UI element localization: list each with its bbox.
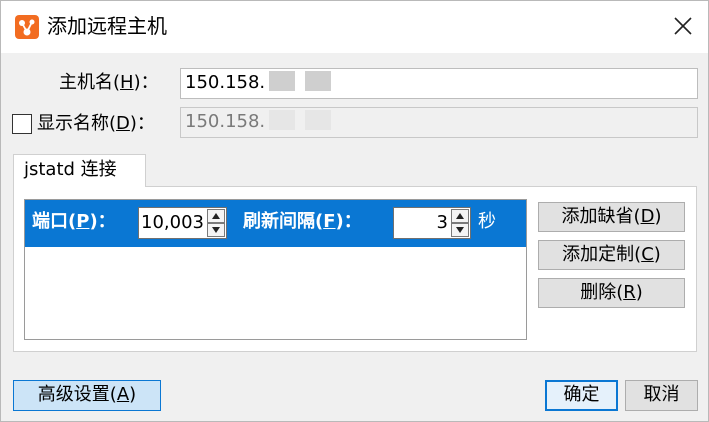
redacted-segment	[269, 110, 296, 130]
port-decrement-button[interactable]	[207, 223, 225, 237]
refresh-decrement-button[interactable]	[451, 223, 469, 237]
title-bar: 添加远程主机	[1, 1, 708, 53]
add-custom-button[interactable]: 添加定制(C)	[538, 240, 685, 270]
display-name-checkbox[interactable]	[12, 114, 32, 134]
ok-button[interactable]: 确定	[545, 380, 618, 411]
refresh-interval-spinner[interactable]: 3	[393, 207, 471, 239]
redacted-segment	[305, 71, 332, 91]
cancel-button[interactable]: 取消	[625, 380, 698, 411]
dialog-title: 添加远程主机	[47, 14, 167, 38]
redacted-segment	[269, 71, 296, 91]
refresh-interval-value: 3	[436, 212, 448, 233]
add-default-button[interactable]: 添加缺省(D)	[538, 202, 685, 232]
refresh-increment-button[interactable]	[451, 209, 469, 223]
refresh-interval-label: 刷新间隔(F)：	[243, 211, 362, 232]
hostname-input[interactable]: 150.158.	[180, 68, 698, 99]
display-name-input: 150.158.	[180, 107, 698, 138]
delete-button[interactable]: 删除(R)	[538, 278, 685, 308]
display-name-label: 显示名称(D)：	[37, 113, 155, 134]
port-value: 10,003	[141, 212, 204, 233]
advanced-settings-button[interactable]: 高级设置(A)	[13, 380, 161, 411]
seconds-unit-label: 秒	[478, 211, 496, 232]
hostname-label: 主机名(H)：	[59, 72, 159, 93]
tab-jstatd-connection[interactable]: jstatd 连接	[13, 154, 146, 187]
port-spinner[interactable]: 10,003	[138, 207, 227, 239]
add-remote-host-dialog: 添加远程主机 主机名(H)： 150.158. 显示名称(D)： 150.158…	[0, 0, 709, 422]
visualvm-app-icon	[15, 15, 39, 39]
port-increment-button[interactable]	[207, 209, 225, 223]
port-label: 端口(P)：	[32, 211, 116, 232]
redacted-segment	[305, 110, 332, 130]
close-icon[interactable]	[672, 15, 694, 37]
